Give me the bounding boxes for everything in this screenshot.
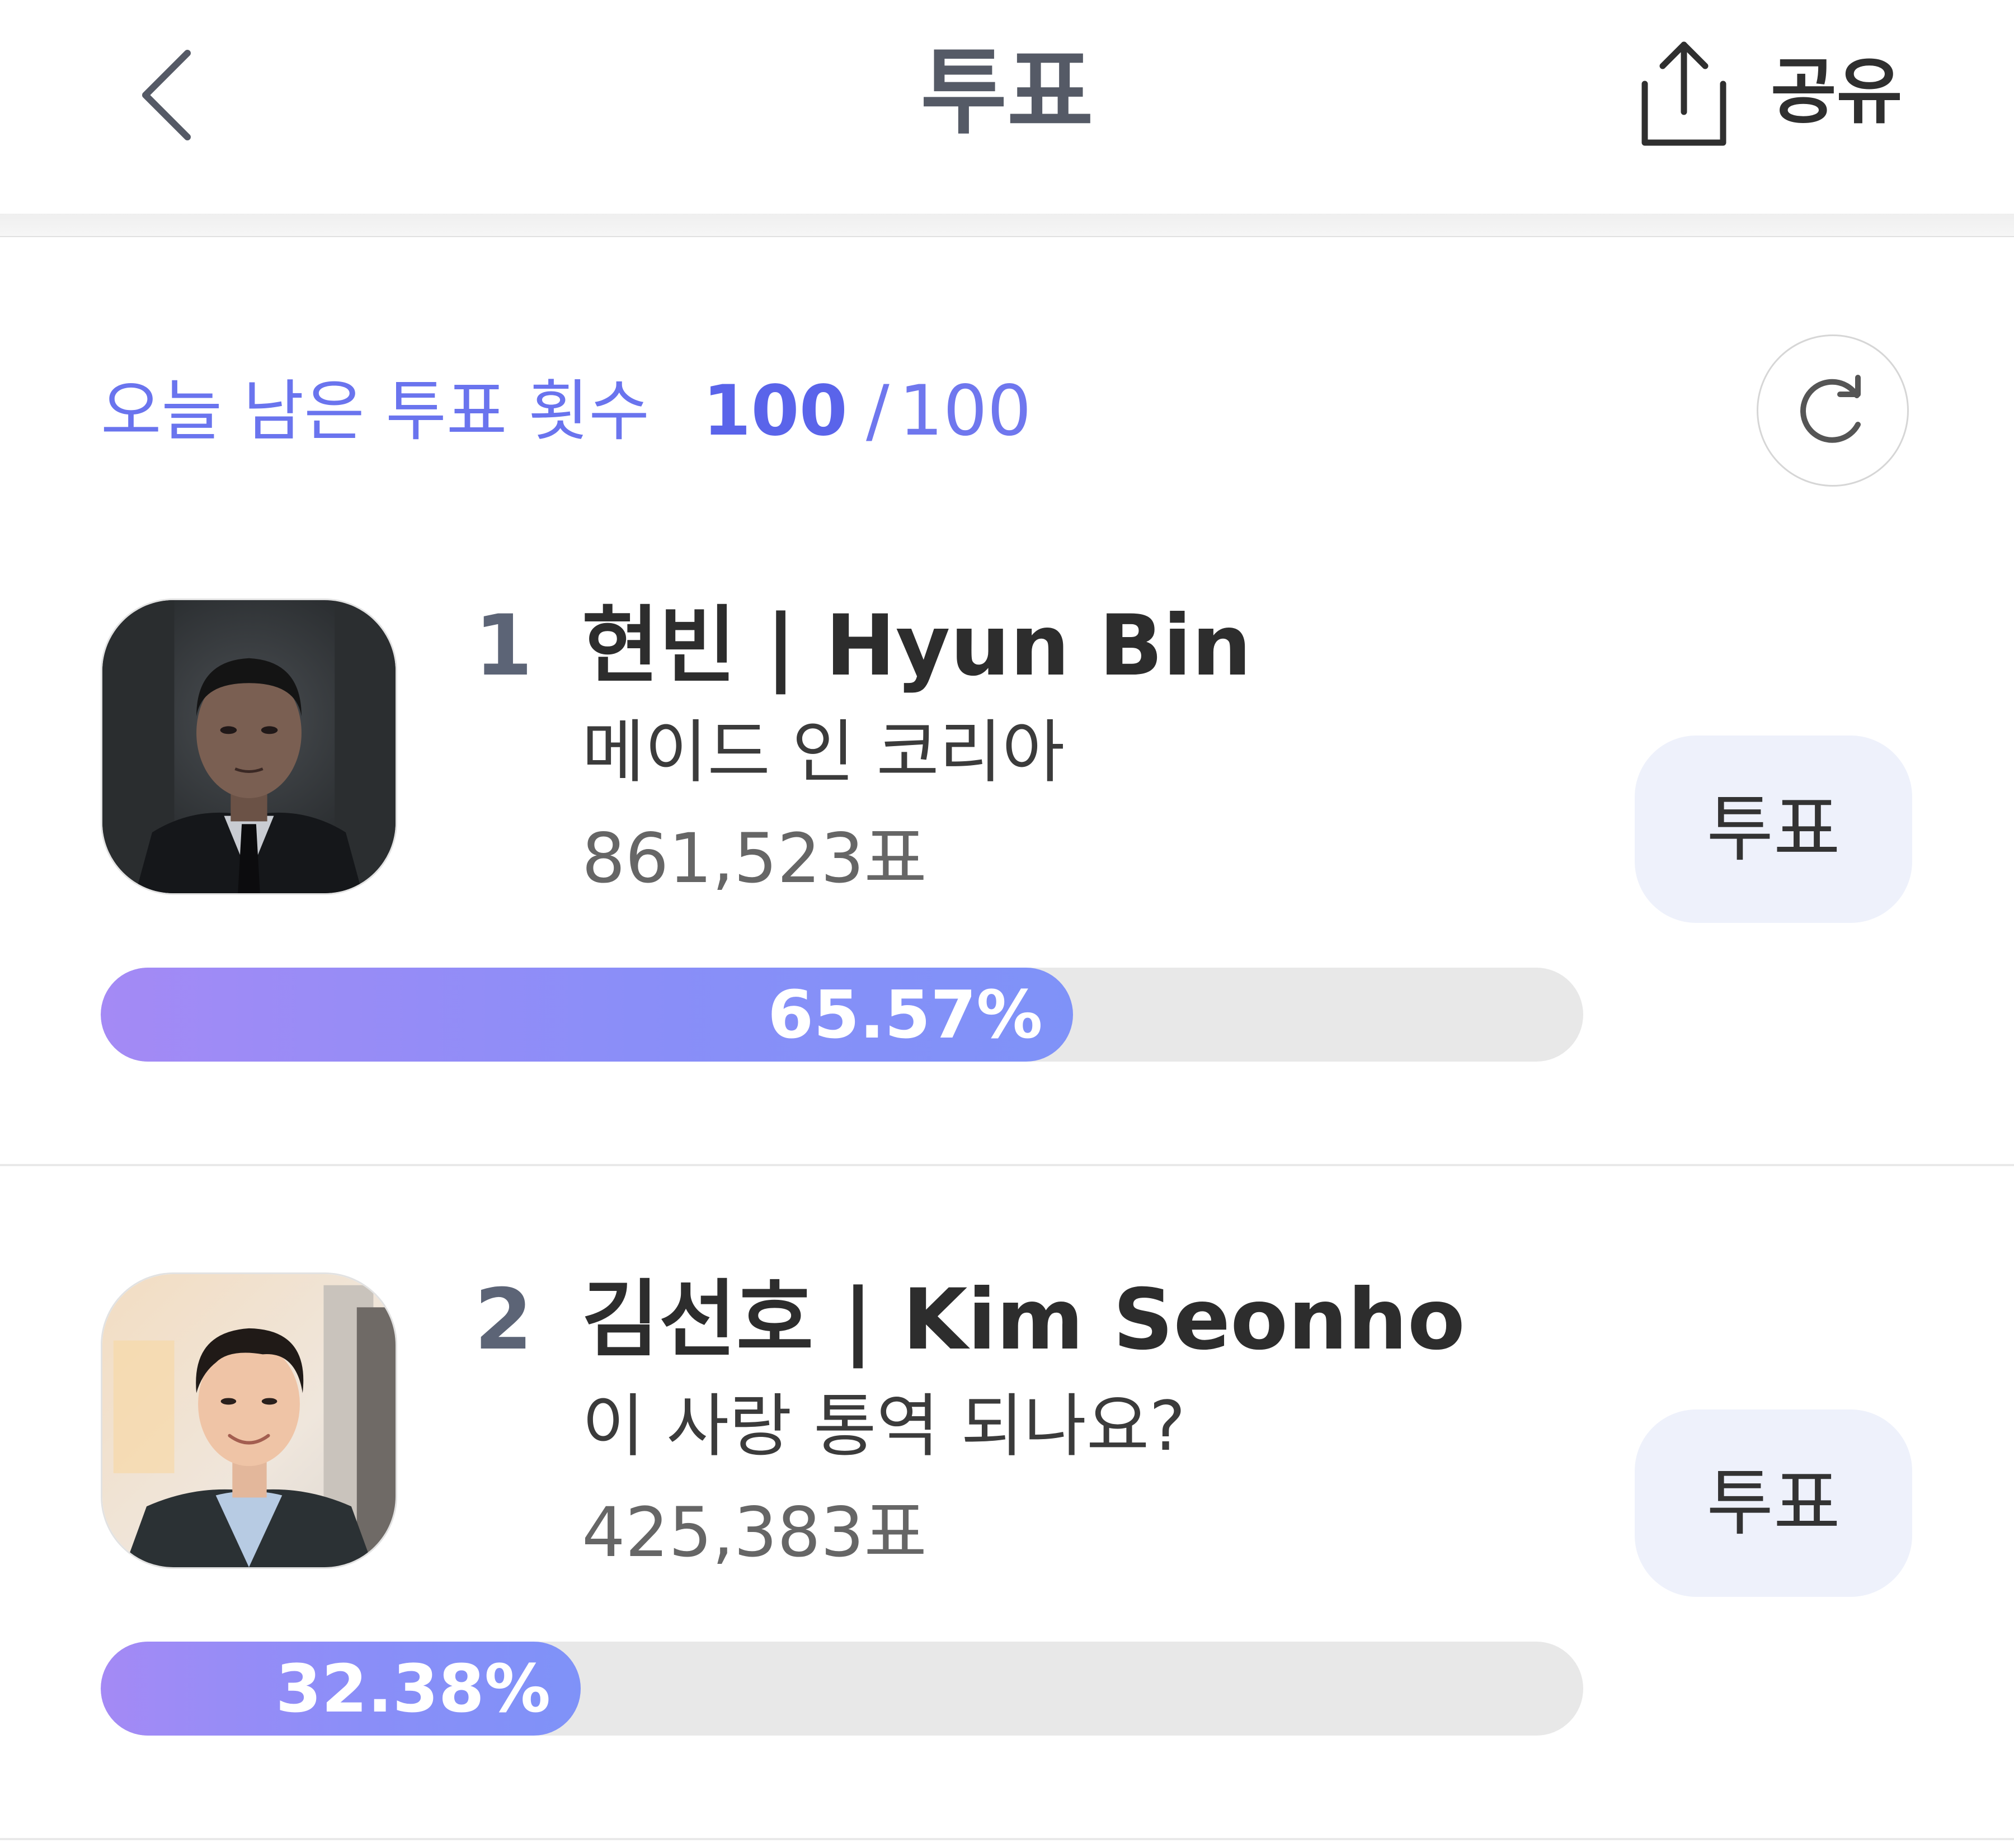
refresh-icon bbox=[1800, 375, 1861, 443]
candidate-row: 1 현빈 | Hyun Bin 메이드 인 코리아 861,523표 투표 65… bbox=[0, 492, 2014, 1166]
remaining-votes-label: 오늘 남은 투표 횟수 bbox=[101, 373, 650, 450]
remaining-votes: 오늘 남은 투표 횟수 100 / 100 bbox=[101, 364, 1032, 459]
vote-screen: 투표 공유 오늘 남은 투표 횟수 100 / 100 1 현빈 | Hyun … bbox=[0, 0, 2014, 1848]
refresh-button[interactable] bbox=[1757, 334, 1909, 487]
avatar bbox=[101, 1272, 397, 1569]
remaining-votes-separator: / bbox=[866, 371, 890, 451]
share-label: 공유 bbox=[1771, 50, 1903, 134]
vote-button[interactable]: 투표 bbox=[1635, 736, 1912, 923]
header-divider bbox=[0, 214, 2014, 237]
vote-count: 861,523표 bbox=[582, 819, 927, 898]
back-button[interactable] bbox=[129, 45, 207, 145]
candidate-photo bbox=[102, 600, 396, 893]
share-button[interactable]: 공유 bbox=[1622, 34, 1924, 151]
vote-progress-bar: 32.38% bbox=[101, 1642, 1583, 1736]
top-bar: 투표 공유 bbox=[0, 0, 2014, 214]
candidate-photo bbox=[102, 1274, 396, 1567]
page-title: 투표 bbox=[920, 37, 1094, 147]
vote-percent-label: 32.38% bbox=[275, 1650, 551, 1727]
remaining-votes-count: 100 bbox=[703, 371, 848, 451]
vote-button[interactable]: 투표 bbox=[1635, 1409, 1912, 1597]
vote-progress-fill: 32.38% bbox=[101, 1642, 581, 1736]
candidate-row: 2 김선호 | Kim Seonho 이 사랑 통역 되나요? 425,383표… bbox=[0, 1166, 2014, 1840]
vote-count: 425,383표 bbox=[582, 1493, 927, 1572]
remaining-votes-total: 100 bbox=[898, 371, 1032, 451]
vote-percent-label: 65.57% bbox=[768, 976, 1043, 1053]
rank-number: 2 bbox=[474, 1271, 533, 1369]
share-upload-icon bbox=[1622, 34, 1745, 151]
vote-progress-bar: 65.57% bbox=[101, 968, 1583, 1062]
candidate-name: 김선호 | Kim Seonho bbox=[582, 1271, 1465, 1369]
avatar bbox=[101, 598, 397, 895]
row-divider bbox=[0, 1838, 2014, 1840]
vote-progress-fill: 65.57% bbox=[101, 968, 1073, 1062]
candidate-name: 현빈 | Hyun Bin bbox=[582, 597, 1251, 695]
chevron-left-icon bbox=[142, 50, 191, 140]
candidate-work-title: 메이드 인 코리아 bbox=[582, 713, 1065, 792]
rank-number: 1 bbox=[474, 597, 533, 695]
candidate-work-title: 이 사랑 통역 되나요? bbox=[582, 1387, 1186, 1466]
